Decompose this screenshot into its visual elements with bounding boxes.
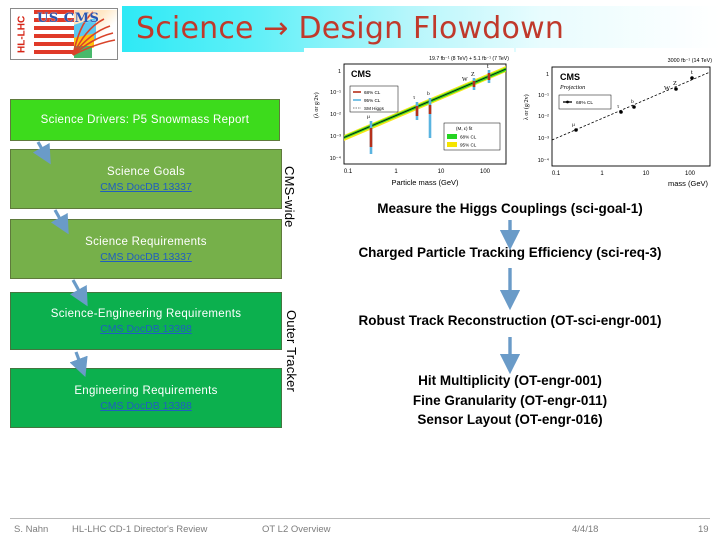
flow-box-title: Science-Engineering Requirements <box>50 307 242 320</box>
engineering-list-item: Sensor Layout (OT-engr-016) <box>417 412 603 427</box>
higgs-coupling-projection-plot: 3000 fb⁻¹ (14 TeV) CMS Projection 68% CL… <box>516 48 716 190</box>
flow-box-science-drivers[interactable]: Science Drivers: P5 Snowmass Report <box>10 99 280 141</box>
logo-uscms-text: US CMS <box>37 11 100 26</box>
svg-text:10⁻⁴: 10⁻⁴ <box>330 155 342 162</box>
svg-text:100: 100 <box>685 171 696 177</box>
svg-text:1: 1 <box>546 72 549 78</box>
svg-text:95% CL: 95% CL <box>460 143 477 148</box>
higgs-coupling-measured-plot: 19.7 fb⁻¹ (8 TeV) + 5.1 fb⁻¹ (7 TeV) μ τ… <box>304 48 514 190</box>
svg-text:W: W <box>664 85 671 92</box>
svg-text:10⁻⁴: 10⁻⁴ <box>538 157 550 164</box>
svg-text:68% CL: 68% CL <box>576 100 593 106</box>
docdb-link[interactable]: CMS DocDB 13337 <box>100 180 192 194</box>
flow-box-title: Engineering Requirements <box>74 384 218 397</box>
footer-divider <box>10 518 710 519</box>
svg-text:Z: Z <box>673 80 677 87</box>
flow-box-engineering-requirements[interactable]: Engineering Requirements CMS DocDB 13388 <box>10 368 282 428</box>
svg-text:λ or (g/2v): λ or (g/2v) <box>523 94 530 120</box>
bracket-label-outer-tracker: Outer Tracker <box>284 310 299 393</box>
svg-text:SM Higgs: SM Higgs <box>364 106 385 111</box>
right-text-engineering-list: Hit Multiplicity (OT-engr-001) Fine Gran… <box>307 371 713 430</box>
svg-text:0.1: 0.1 <box>552 171 561 177</box>
svg-text:95% CL: 95% CL <box>364 98 381 103</box>
flow-box-title: Science Drivers: P5 Snowmass Report <box>40 113 250 126</box>
flow-box-science-requirements[interactable]: Science Requirements CMS DocDB 13337 <box>10 219 282 279</box>
svg-text:10⁻²: 10⁻² <box>330 112 341 118</box>
svg-text:W: W <box>462 77 468 83</box>
svg-text:b: b <box>427 91 430 97</box>
svg-text:(λ or g/2v): (λ or g/2v) <box>313 92 320 118</box>
flow-box-science-engineering-requirements[interactable]: Science-Engineering Requirements CMS Doc… <box>10 292 282 350</box>
svg-text:1: 1 <box>338 69 341 75</box>
svg-text:10⁻¹: 10⁻¹ <box>330 90 341 96</box>
flow-box-title: Science Requirements <box>85 235 207 248</box>
footer-author: S. Nahn <box>14 524 49 535</box>
page-title: Science → Design Flowdown <box>136 11 565 46</box>
svg-text:10⁻¹: 10⁻¹ <box>538 93 549 99</box>
svg-text:Z: Z <box>471 72 475 78</box>
svg-text:19.7 fb⁻¹ (8 TeV) + 5.1 fb⁻¹ (: 19.7 fb⁻¹ (8 TeV) + 5.1 fb⁻¹ (7 TeV) <box>429 56 509 62</box>
svg-text:10⁻³: 10⁻³ <box>538 136 549 142</box>
flow-box-title: Science Goals <box>106 165 186 178</box>
svg-text:10: 10 <box>643 171 650 177</box>
svg-text:CMS: CMS <box>351 69 371 79</box>
svg-text:3000 fb⁻¹ (14 TeV): 3000 fb⁻¹ (14 TeV) <box>668 58 713 64</box>
svg-text:μ: μ <box>367 114 370 120</box>
svg-text:μ: μ <box>572 122 575 128</box>
engineering-list-item: Fine Granularity (OT-engr-011) <box>412 392 608 408</box>
svg-text:t: t <box>691 69 693 76</box>
svg-text:CMS: CMS <box>560 72 580 82</box>
svg-text:10⁻²: 10⁻² <box>538 114 549 120</box>
right-text-science-requirement: Charged Particle Tracking Efficiency (sc… <box>358 245 662 260</box>
flow-box-science-goals[interactable]: Science Goals CMS DocDB 13337 <box>10 149 282 209</box>
docdb-link[interactable]: CMS DocDB 13388 <box>100 399 192 413</box>
svg-text:Projection: Projection <box>559 85 585 91</box>
footer-page-number: 19 <box>698 524 709 535</box>
svg-text:Particle mass (GeV): Particle mass (GeV) <box>391 178 459 187</box>
docdb-link[interactable]: CMS DocDB 13388 <box>100 322 192 336</box>
svg-text:b: b <box>631 99 634 105</box>
footer-subject: OT L2 Overview <box>262 524 331 535</box>
svg-text:0.1: 0.1 <box>344 169 353 175</box>
docdb-link[interactable]: CMS DocDB 13337 <box>100 250 192 264</box>
footer-review: HL-LHC CD-1 Director's Review <box>72 524 208 535</box>
svg-text:68% CL: 68% CL <box>460 135 477 140</box>
svg-text:10: 10 <box>438 169 445 175</box>
right-text-science-goal: Measure the Higgs Couplings (sci-goal-1) <box>377 201 643 216</box>
bracket-label-cms-wide: CMS-wide <box>282 166 297 228</box>
svg-text:mass (GeV): mass (GeV) <box>668 179 709 188</box>
svg-text:100: 100 <box>480 169 491 175</box>
uscms-hllhc-logo: HL-LHC US CMS <box>10 8 118 60</box>
svg-text:68% CL: 68% CL <box>364 90 381 95</box>
right-text-science-engineering: Robust Track Reconstruction (OT-sci-engr… <box>358 313 662 328</box>
svg-text:(M, ε) fit: (M, ε) fit <box>456 126 473 131</box>
svg-text:10⁻³: 10⁻³ <box>330 134 341 140</box>
footer-date: 4/4/18 <box>572 524 599 535</box>
engineering-list-item: Hit Multiplicity (OT-engr-001) <box>418 373 602 388</box>
